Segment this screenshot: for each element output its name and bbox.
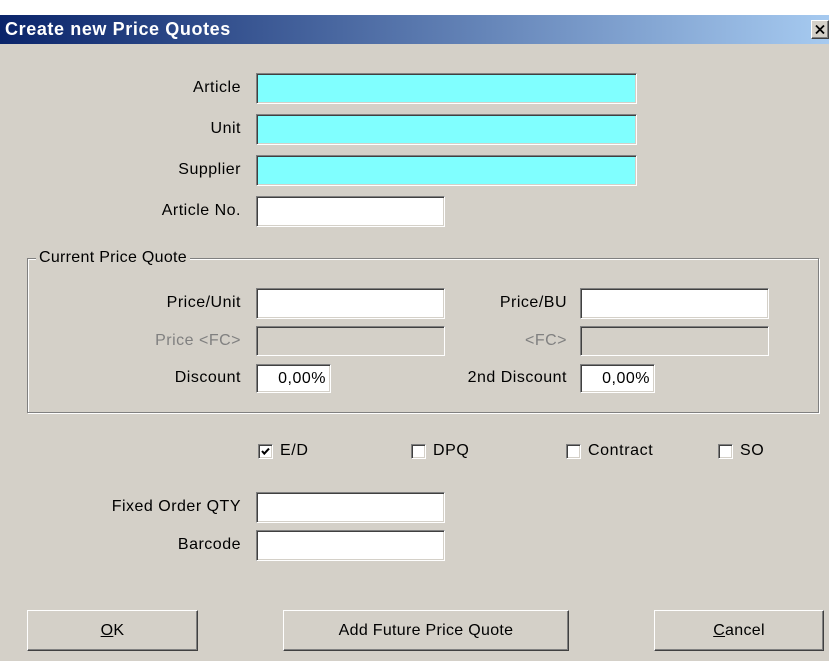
barcode-input[interactable] xyxy=(256,530,445,561)
create-price-quote-dialog: Create new Price Quotes Article Unit Sup… xyxy=(0,0,829,661)
checkbox-ed-box[interactable] xyxy=(258,443,273,459)
cancel-button-label: Cancel xyxy=(713,621,765,639)
add-future-price-quote-label: Add Future Price Quote xyxy=(338,621,514,639)
checkbox-contract-label: Contract xyxy=(588,442,654,459)
checkbox-dpq-label: DPQ xyxy=(433,442,470,459)
price-unit-label: Price/Unit xyxy=(166,294,241,311)
article-label: Article xyxy=(193,79,241,96)
checkbox-contract-box[interactable] xyxy=(566,443,581,459)
ok-button-label: OK xyxy=(100,621,125,639)
barcode-label: Barcode xyxy=(177,536,241,553)
cancel-button[interactable]: Cancel xyxy=(654,610,824,651)
supplier-label: Supplier xyxy=(178,161,241,178)
checkbox-dpq-box[interactable] xyxy=(411,443,426,459)
checkbox-so-box[interactable] xyxy=(718,443,733,459)
discount-label: Discount xyxy=(174,369,241,386)
current-price-quote-legend: Current Price Quote xyxy=(36,249,190,267)
close-button[interactable] xyxy=(811,20,829,39)
title-bar[interactable]: Create new Price Quotes xyxy=(0,15,829,44)
dialog-title: Create new Price Quotes xyxy=(5,19,231,39)
checkbox-contract[interactable]: Contract xyxy=(566,441,653,461)
unit-label: Unit xyxy=(210,120,241,137)
close-icon xyxy=(815,25,825,34)
fc-label: <FC> xyxy=(524,332,567,349)
fixed-order-qty-label: Fixed Order QTY xyxy=(111,498,241,515)
price-fc-input xyxy=(256,326,445,356)
unit-input[interactable] xyxy=(256,114,637,145)
discount-input[interactable] xyxy=(256,364,331,393)
checkmark-icon xyxy=(261,447,270,455)
price-bu-label: Price/BU xyxy=(499,294,567,311)
article-no-input[interactable] xyxy=(256,196,445,227)
window-top-edge xyxy=(0,0,829,15)
price-fc-label: Price <FC> xyxy=(155,332,241,349)
price-unit-input[interactable] xyxy=(256,288,445,319)
checkbox-so[interactable]: SO xyxy=(718,441,764,461)
checkbox-dpq[interactable]: DPQ xyxy=(411,441,469,461)
fc-input xyxy=(580,326,769,356)
price-bu-input[interactable] xyxy=(580,288,769,319)
add-future-price-quote-button[interactable]: Add Future Price Quote xyxy=(283,610,569,651)
article-no-label: Article No. xyxy=(161,202,241,219)
article-input[interactable] xyxy=(256,73,637,104)
supplier-input[interactable] xyxy=(256,155,637,186)
fixed-order-qty-input[interactable] xyxy=(256,492,445,523)
checkbox-ed-label: E/D xyxy=(280,442,309,459)
checkbox-so-label: SO xyxy=(740,442,765,459)
second-discount-input[interactable] xyxy=(580,364,655,393)
ok-button[interactable]: OK xyxy=(27,610,198,651)
second-discount-label: 2nd Discount xyxy=(467,369,567,386)
checkbox-ed[interactable]: E/D xyxy=(258,441,308,461)
